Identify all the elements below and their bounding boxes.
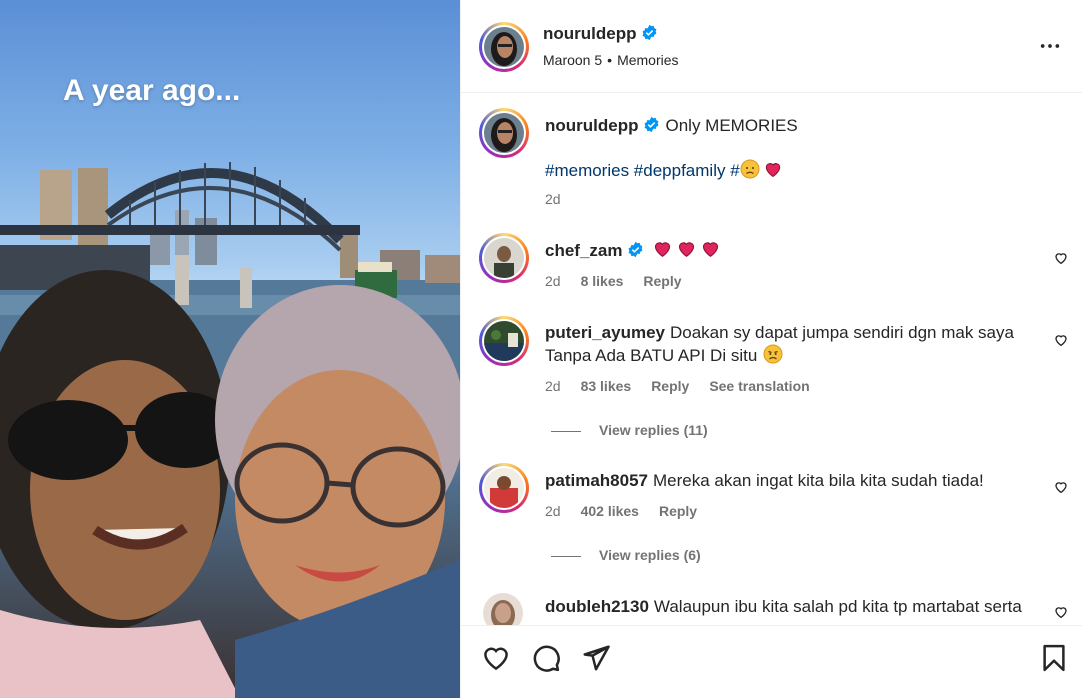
- comment-likes[interactable]: 83 likes: [581, 378, 632, 394]
- commenter-username[interactable]: patimah8057: [545, 471, 648, 490]
- comment-text: Mereka akan ingat kita bila kita sudah t…: [653, 471, 984, 490]
- comment-meta: 2d 8 likes Reply: [545, 273, 702, 289]
- comment-item: chef_zam 2d 8 likes Reply: [461, 223, 1082, 303]
- commenter-avatar[interactable]: [479, 316, 529, 366]
- comment-time: 2d: [545, 503, 561, 519]
- verified-badge-icon: [643, 24, 657, 41]
- view-replies-button[interactable]: View replies (6): [551, 547, 701, 563]
- bookmark-icon[interactable]: [1039, 643, 1069, 673]
- see-translation-button[interactable]: See translation: [709, 378, 809, 394]
- replies-divider-line: [551, 555, 581, 557]
- commenter-avatar-image: [484, 468, 524, 508]
- author-avatar[interactable]: [479, 22, 529, 72]
- more-options-icon[interactable]: [1039, 35, 1061, 57]
- caption-author-avatar[interactable]: [479, 108, 529, 158]
- author-username-row: nouruldepp: [543, 24, 658, 44]
- caption-username[interactable]: nouruldepp: [545, 116, 638, 135]
- like-comment-heart-icon[interactable]: [1053, 250, 1069, 266]
- author-username[interactable]: nouruldepp: [543, 24, 636, 43]
- comment-text-row: doubleh2130 Walaupun ibu kita salah pd ki…: [545, 595, 1045, 618]
- audio-title[interactable]: Memories: [617, 52, 678, 68]
- caption-avatar-image: [484, 113, 524, 153]
- commenter-username[interactable]: chef_zam: [545, 241, 622, 260]
- comment-text-row: chef_zam: [545, 238, 1025, 262]
- heart-outline-icon[interactable]: [481, 643, 511, 673]
- reply-button[interactable]: Reply: [651, 378, 689, 394]
- audio-attribution[interactable]: Maroon 5 • Memories: [543, 52, 679, 68]
- heart-icon: [765, 163, 780, 178]
- commenter-avatar-image: [484, 321, 524, 361]
- view-replies-label: View replies (6): [599, 547, 701, 563]
- caption-text: Only MEMORIES: [665, 116, 798, 135]
- separator-dot: •: [607, 52, 613, 68]
- comment-meta: 2d 83 likes Reply See translation: [545, 378, 830, 394]
- comment-time: 2d: [545, 273, 561, 289]
- post-photo[interactable]: A year ago...: [0, 0, 460, 698]
- commenter-avatar[interactable]: [479, 233, 529, 283]
- caption-hashtags-row: #memories #deppfamily #: [545, 159, 1025, 182]
- verified-badge-icon: [629, 241, 643, 258]
- commenter-avatar[interactable]: [483, 593, 523, 625]
- paper-plane-icon[interactable]: [581, 643, 611, 673]
- comment-meta: 2d 402 likes Reply: [545, 503, 717, 519]
- disappointed-face-icon: [740, 159, 760, 179]
- commenter-avatar[interactable]: [479, 463, 529, 513]
- heart-icon: [703, 242, 719, 258]
- post-side-panel: nouruldepp Maroon 5 • Memories nouruldepp O…: [460, 0, 1082, 698]
- view-replies-label: View replies (11): [599, 422, 708, 438]
- heart-icon: [655, 242, 671, 258]
- music-artist[interactable]: Maroon 5: [543, 52, 602, 68]
- heart-icon: [679, 242, 695, 258]
- comment-bubble-icon[interactable]: [531, 643, 561, 673]
- post-caption: nouruldepp Only MEMORIES #memories #deppf…: [461, 93, 1082, 223]
- reply-button[interactable]: Reply: [659, 503, 697, 519]
- caption-time: 2d: [545, 191, 561, 207]
- caption-text-row: nouruldepp Only MEMORIES: [545, 114, 1025, 137]
- verified-badge-icon: [645, 116, 659, 133]
- comment-likes[interactable]: 402 likes: [581, 503, 639, 519]
- comment-item: patimah8057 Mereka akan ingat kita bila k…: [461, 453, 1082, 578]
- reply-button[interactable]: Reply: [643, 273, 681, 289]
- comment-time: 2d: [545, 378, 561, 394]
- comment-item: doubleh2130 Walaupun ibu kita salah pd ki…: [461, 578, 1082, 625]
- author-avatar-image: [484, 27, 524, 67]
- comment-text-row: patimah8057 Mereka akan ingat kita bila k…: [545, 469, 1025, 492]
- commenter-username[interactable]: doubleh2130: [545, 597, 649, 616]
- post-action-bar: [461, 625, 1082, 698]
- caption-hashtags[interactable]: #memories #deppfamily #: [545, 161, 740, 180]
- view-replies-button[interactable]: View replies (11): [551, 422, 708, 438]
- post-header: nouruldepp Maroon 5 • Memories: [461, 0, 1082, 93]
- commenter-avatar-image: [483, 593, 523, 625]
- like-comment-heart-icon[interactable]: [1053, 332, 1069, 348]
- caption-meta: 2d: [545, 191, 581, 207]
- story-caption-overlay: A year ago...: [63, 74, 241, 107]
- comment-item: puteri_ayumey Doakan sy dapat jumpa sendi…: [461, 303, 1082, 453]
- comment-text: Walaupun ibu kita salah pd kita tp marta…: [653, 597, 1022, 616]
- sad-face-icon: [763, 344, 783, 364]
- commenter-username[interactable]: puteri_ayumey: [545, 323, 665, 342]
- commenter-avatar-image: [484, 238, 524, 278]
- replies-divider-line: [551, 430, 581, 432]
- like-comment-heart-icon[interactable]: [1053, 604, 1069, 620]
- like-comment-heart-icon[interactable]: [1053, 479, 1069, 495]
- comment-text-row: puteri_ayumey Doakan sy dapat jumpa sendi…: [545, 321, 1035, 367]
- comment-likes[interactable]: 8 likes: [581, 273, 624, 289]
